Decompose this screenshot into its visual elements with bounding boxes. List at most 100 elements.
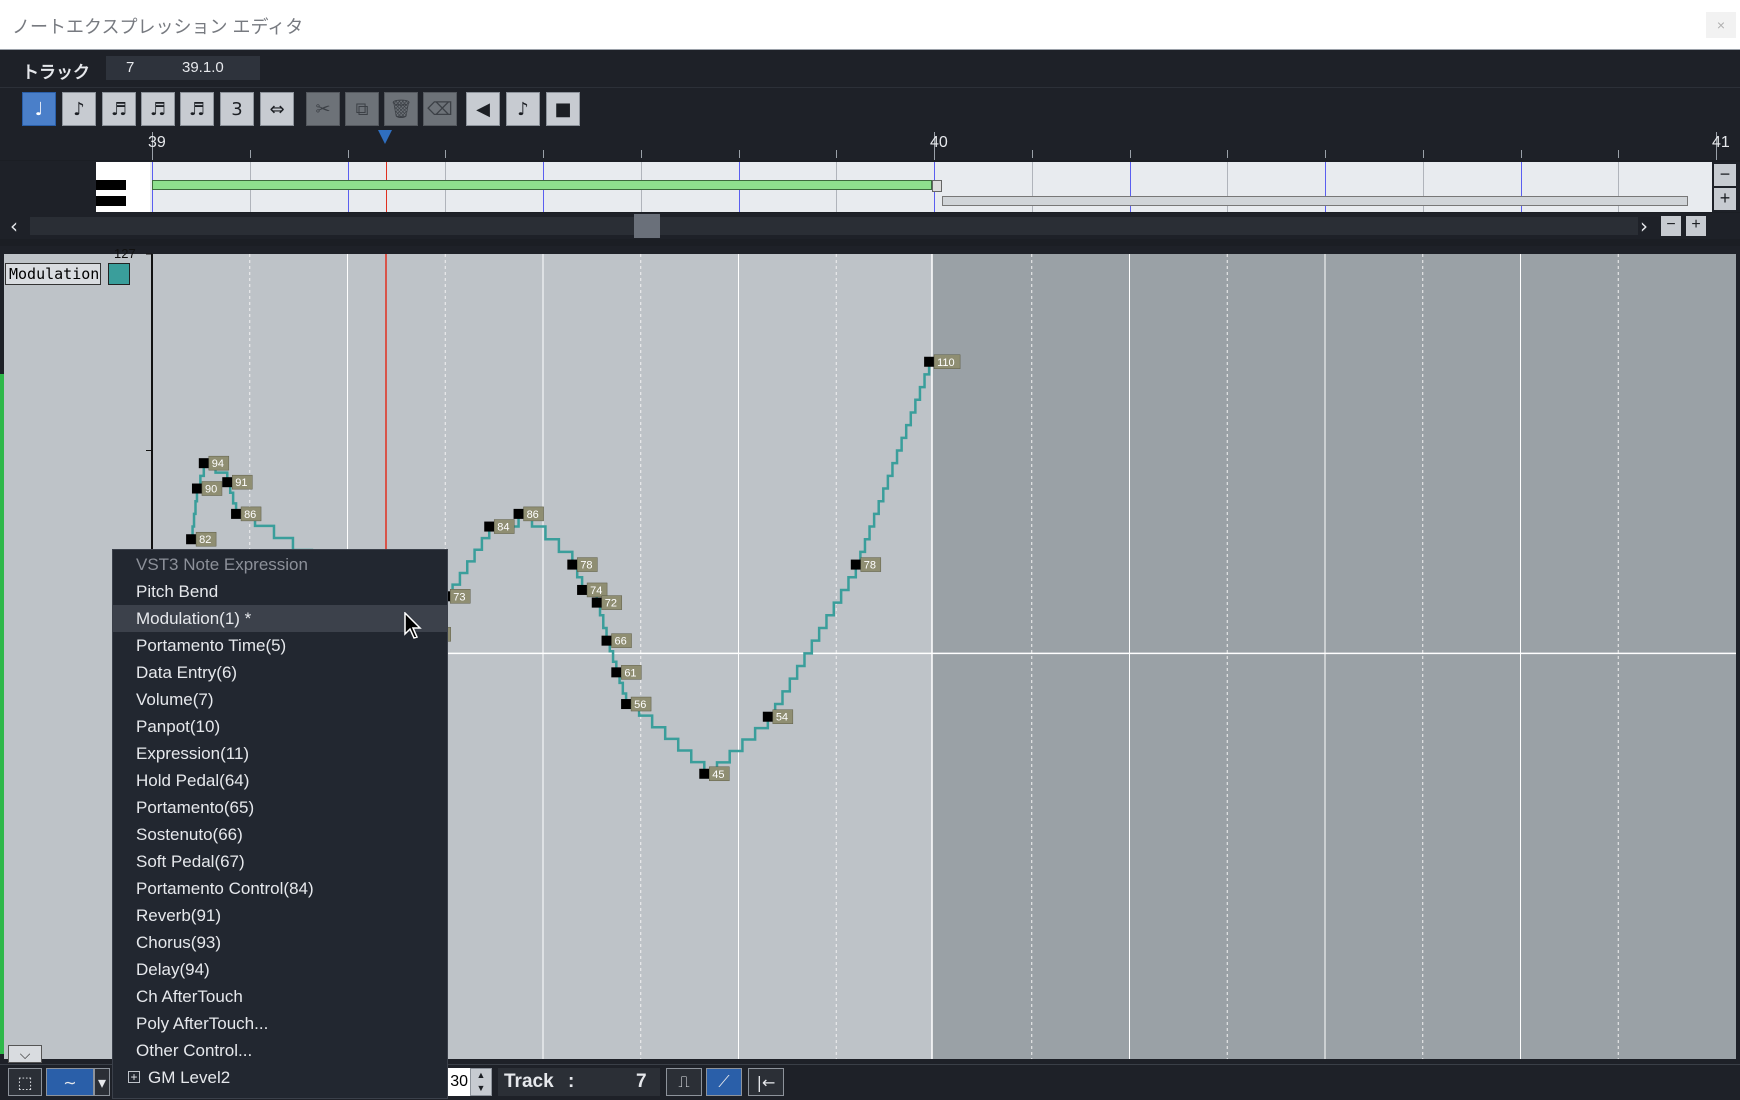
menu-item[interactable]: Volume(7) [136,690,213,710]
event-handle [611,667,622,678]
expand-plus-icon[interactable]: + [128,1071,140,1083]
ruler-tick [836,150,838,158]
menu-item[interactable]: Delay(94) [136,960,210,980]
measure-ruler[interactable] [0,130,1740,160]
cut-button[interactable]: ✂ [306,92,340,126]
menu-item[interactable]: Ch AfterTouch [136,987,243,1007]
event-handle [577,584,588,595]
event-value-label: 54 [776,712,788,724]
menu-item[interactable]: Portamento Time(5) [136,636,286,656]
ramp-shape-icon[interactable]: ⟋ [706,1068,742,1096]
event-handle [513,508,524,519]
erase-button[interactable]: ⌫ [423,92,457,126]
ruler-label-39: 39 [148,134,166,151]
mute-button[interactable]: ◀ [466,92,500,126]
curve-tool-icon[interactable]: ∼ [46,1068,94,1096]
event-value-label: 72 [605,598,617,610]
menu-item[interactable]: Portamento Control(84) [136,879,314,899]
event-value-label: 91 [235,477,247,489]
zoom-in-button[interactable]: + [1686,216,1706,236]
close-button[interactable]: × [1706,12,1736,38]
menu-item[interactable]: Hold Pedal(64) [136,771,249,791]
value-spinner[interactable]: ▲ ▼ [470,1068,492,1096]
ruler-tick [1031,150,1033,158]
black-key [96,180,126,190]
ruler-tick [445,150,447,158]
black-key [96,196,126,206]
menu-item[interactable]: Pitch Bend [136,582,218,602]
scroll-track[interactable] [30,217,1638,235]
event-handle [621,699,632,710]
value-input[interactable]: 30 [446,1068,470,1096]
window-title: ノートエクスプレッション エディタ [12,17,304,37]
menu-item[interactable]: Sostenuto(66) [136,825,243,845]
fit-button[interactable]: ⇔ [260,92,294,126]
sixteenth-note-button[interactable]: ♬ [102,92,136,126]
event-handle [850,559,861,570]
speaker-button[interactable]: ♪ [506,92,540,126]
left-edge-indicator [0,374,4,1054]
delete-button[interactable]: 🗑 [384,92,418,126]
inactive-region [932,254,1736,1059]
note-end-handle[interactable] [932,180,942,192]
event-value-label: 86 [527,509,539,521]
tool-dropdown-icon[interactable]: ▾ [94,1068,110,1096]
event-handle [762,711,773,722]
menu-item[interactable]: Panpot(10) [136,717,220,737]
ruler-tick [640,150,642,158]
step-shape-icon[interactable]: ⎍ [666,1068,702,1096]
menu-header: VST3 Note Expression [136,555,308,574]
lane-zoom-in-button[interactable]: + [1714,188,1736,210]
event-value-label: 74 [590,585,602,597]
track-number: 7 [126,59,135,76]
ruler-tick [543,150,544,158]
menu-item[interactable]: Chorus(93) [136,933,221,953]
menu-item[interactable]: Expression(11) [136,744,249,764]
jump-to-start-icon[interactable]: |← [748,1068,784,1096]
quarter-note-button[interactable]: ♩ [22,92,56,126]
mouse-cursor-icon [404,612,422,639]
event-value-label: 78 [864,560,876,572]
select-tool-icon[interactable]: ⬚ [8,1068,42,1096]
event-handle [601,635,612,646]
menu-item[interactable]: GM Level2 [148,1068,230,1088]
eighth-note-button[interactable]: ♪ [62,92,96,126]
menu-item[interactable]: Reverb(91) [136,906,221,926]
menu-item[interactable]: Soft Pedal(67) [136,852,245,872]
menu-item[interactable]: Other Control... [136,1041,252,1061]
ruler-label-40: 40 [930,134,948,151]
zoom-out-button[interactable]: − [1661,216,1681,236]
following-note[interactable] [942,196,1688,206]
selected-note[interactable] [152,180,932,190]
controller-name-label[interactable]: Modulation [5,263,101,285]
event-value-label: 66 [615,636,627,648]
copy-button[interactable]: ⧉ [345,92,379,126]
track-status-label: Track [504,1071,554,1092]
thirtysecond-note-button[interactable]: ♬ [141,92,175,126]
event-value-label: 61 [624,667,636,679]
sixtyfourth-note-button[interactable]: ♬ [180,92,214,126]
menu-item[interactable]: Modulation(1) * [136,609,251,629]
scroll-left-icon[interactable]: ‹ [10,214,18,238]
playhead-marker[interactable] [378,130,392,144]
ruler-tick [1129,150,1131,158]
ruler-tick [249,150,251,158]
ruler-tick [1325,150,1326,158]
event-handle [198,458,209,469]
stop-button[interactable]: ■ [546,92,580,126]
scroll-thumb[interactable] [634,214,660,238]
menu-item[interactable]: Poly AfterTouch... [136,1014,268,1034]
ruler-tick [1520,150,1522,158]
chevron-down-icon[interactable]: ⌵ [8,1045,42,1063]
controller-color-swatch[interactable] [108,263,130,285]
menu-item[interactable]: Portamento(65) [136,798,254,818]
event-handle [699,768,710,779]
event-handle [222,477,233,488]
menu-item[interactable]: Data Entry(6) [136,663,237,683]
event-value-label: 84 [497,522,509,534]
event-handle [567,559,578,570]
triplet-button[interactable]: 3 [220,92,254,126]
lane-zoom-out-button[interactable]: − [1714,164,1736,186]
scroll-right-icon[interactable]: › [1640,214,1648,238]
event-handle [924,356,935,367]
